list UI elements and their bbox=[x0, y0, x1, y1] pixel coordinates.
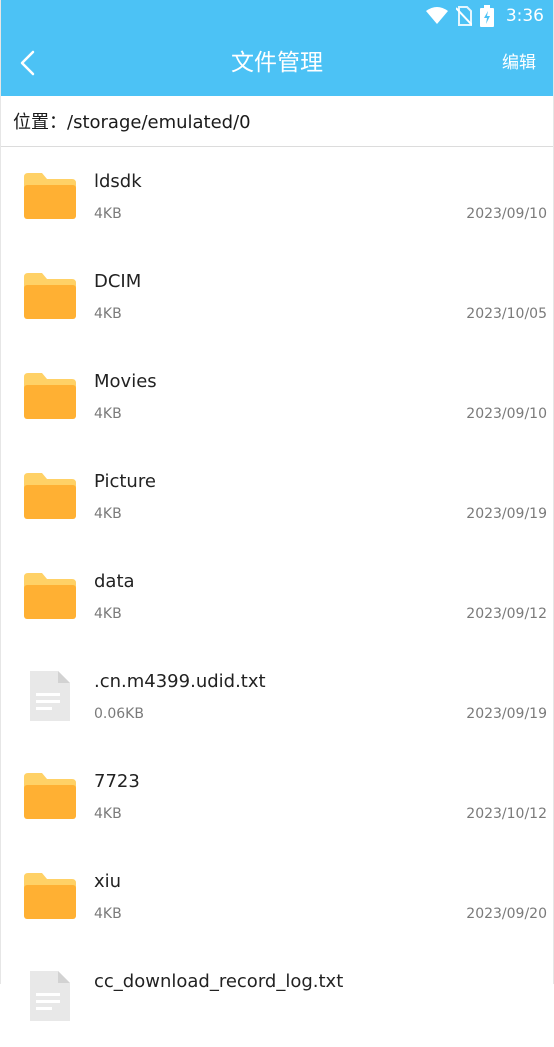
file-name: ldsdk bbox=[94, 171, 142, 192]
status-bar: 3:36 bbox=[425, 4, 544, 28]
file-size: 0.06KB bbox=[94, 706, 144, 722]
path-bar: 位置：/storage/emulated/0 bbox=[0, 96, 554, 147]
file-size: 4KB bbox=[94, 306, 122, 322]
file-date: 2023/09/19 bbox=[466, 506, 547, 522]
file-row[interactable]: Movies 4KB 2023/09/10 bbox=[0, 347, 554, 447]
no-sim-icon bbox=[455, 6, 472, 26]
file-size: 4KB bbox=[94, 806, 122, 822]
file-row[interactable]: ldsdk 4KB 2023/09/10 bbox=[0, 147, 554, 247]
file-row[interactable]: .cn.m4399.udid.txt 0.06KB 2023/09/19 bbox=[0, 647, 554, 747]
folder-icon bbox=[24, 271, 76, 321]
file-name: Movies bbox=[94, 371, 157, 392]
battery-charging-icon bbox=[479, 5, 494, 27]
file-icon bbox=[24, 971, 76, 1021]
file-name: xiu bbox=[94, 871, 122, 892]
folder-icon bbox=[24, 771, 76, 821]
folder-icon bbox=[24, 171, 76, 221]
file-date: 2023/09/19 bbox=[466, 706, 547, 722]
file-date: 2023/10/05 bbox=[466, 306, 547, 322]
file-name: Picture bbox=[94, 471, 156, 492]
file-row[interactable]: cc_download_record_log.txt bbox=[0, 947, 554, 1047]
file-date: 2023/09/10 bbox=[466, 206, 547, 222]
folder-icon bbox=[24, 471, 76, 521]
file-list: ldsdk 4KB 2023/09/10 DCIM 4KB 2023/10/05 Movie… bbox=[0, 147, 554, 1047]
current-path: 位置：/storage/emulated/0 bbox=[13, 112, 251, 133]
file-row[interactable]: 7723 4KB 2023/10/12 bbox=[0, 747, 554, 847]
file-size: 4KB bbox=[94, 406, 122, 422]
folder-icon bbox=[24, 871, 76, 921]
file-size: 4KB bbox=[94, 606, 122, 622]
file-icon bbox=[24, 671, 76, 721]
file-name: 7723 bbox=[94, 771, 140, 792]
file-date: 2023/09/20 bbox=[466, 906, 547, 922]
file-name: cc_download_record_log.txt bbox=[94, 971, 344, 992]
file-row[interactable]: xiu 4KB 2023/09/20 bbox=[0, 847, 554, 947]
file-date: 2023/09/12 bbox=[466, 606, 547, 622]
file-row[interactable]: DCIM 4KB 2023/10/05 bbox=[0, 247, 554, 347]
file-size: 4KB bbox=[94, 506, 122, 522]
file-date: 2023/09/10 bbox=[466, 406, 547, 422]
file-row[interactable]: data 4KB 2023/09/12 bbox=[0, 547, 554, 647]
folder-icon bbox=[24, 571, 76, 621]
left-edge bbox=[0, 0, 1, 984]
file-date: 2023/10/12 bbox=[466, 806, 547, 822]
file-name: data bbox=[94, 571, 135, 592]
status-time: 3:36 bbox=[505, 6, 544, 26]
folder-icon bbox=[24, 371, 76, 421]
file-row[interactable]: Picture 4KB 2023/09/19 bbox=[0, 447, 554, 547]
page-title: 文件管理 bbox=[231, 50, 323, 76]
file-name: DCIM bbox=[94, 271, 142, 292]
file-name: .cn.m4399.udid.txt bbox=[94, 671, 266, 692]
edit-button[interactable]: 编辑 bbox=[502, 48, 536, 78]
file-size: 4KB bbox=[94, 906, 122, 922]
file-size: 4KB bbox=[94, 206, 122, 222]
app-bar: 3:36 文件管理 编辑 bbox=[0, 0, 554, 96]
wifi-icon bbox=[425, 7, 448, 24]
